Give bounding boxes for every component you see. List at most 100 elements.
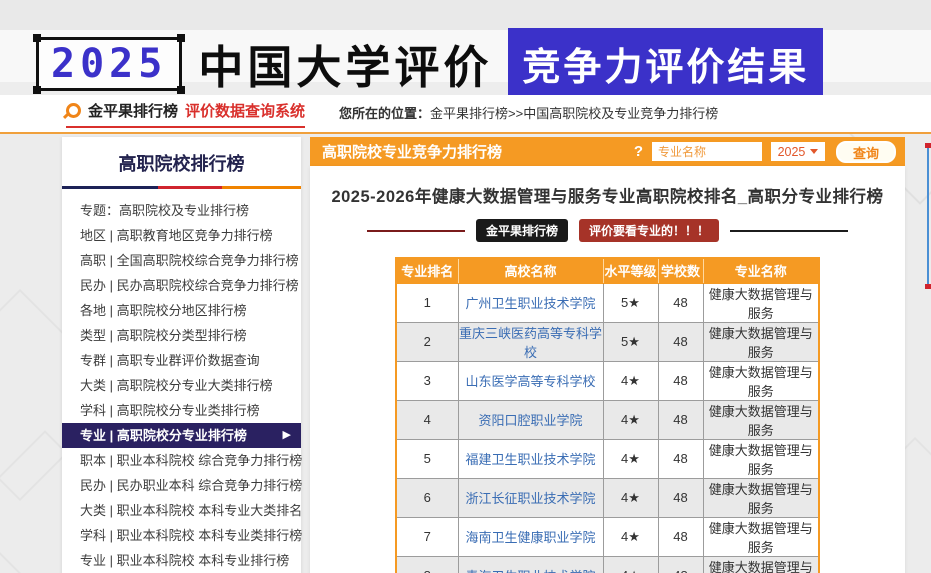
school-count-cell: 48: [657, 477, 704, 518]
sidebar-item[interactable]: 大类 | 职业本科院校 本科专业大类排名: [62, 498, 302, 523]
table-row: 7 海南卫生健康职业学院 4★ 48 健康大数据管理与服务: [395, 516, 820, 557]
college-link[interactable]: 山东医学高等专科学校: [465, 374, 595, 389]
year-select[interactable]: 2025: [770, 142, 825, 161]
rank-cell: 6: [395, 477, 459, 518]
major-name-cell: 健康大数据管理与服务: [702, 477, 820, 518]
school-count-cell: 48: [657, 555, 704, 573]
rank-cell: 2: [395, 321, 459, 362]
school-count-cell: 48: [657, 399, 704, 440]
table-row: 2 重庆三峡医药高等专科学校 5★ 48 健康大数据管理与服务: [395, 321, 820, 362]
sidebar-item[interactable]: 职本 | 职业本科院校 综合竞争力排行榜: [62, 448, 302, 473]
major-name-cell: 健康大数据管理与服务: [702, 360, 820, 401]
major-name-cell: 健康大数据管理与服务: [702, 399, 820, 440]
school-count-cell: 48: [657, 282, 704, 323]
table-row: 3 山东医学高等专科学校 4★ 48 健康大数据管理与服务: [395, 360, 820, 401]
slogan-badge: 评价要看专业的！！！: [579, 219, 720, 242]
nav-bar: 金平果排行榜 评价数据查询系统 您所在的位置：金平果排行榜>>中国高职院校及专业竞…: [0, 95, 931, 134]
breadcrumb-label: 您所在的位置：: [339, 106, 431, 121]
sidebar-item[interactable]: 专群 | 高职专业群评价数据查询: [62, 348, 301, 373]
table-header-cell: 水平等级: [602, 258, 658, 284]
sidebar-title-divider: [62, 186, 301, 189]
banner-subtitle: 竞争力评价结果: [508, 28, 824, 99]
sidebar-item-active[interactable]: 专业 | 高职院校分专业排行榜 ▶: [62, 423, 301, 448]
college-name-cell: 福建卫生职业技术学院: [457, 438, 604, 479]
school-count-cell: 48: [657, 438, 704, 479]
rank-cell: 7: [395, 516, 459, 557]
sidebar-item[interactable]: 学科 | 职业本科院校 本科专业类排行榜: [62, 523, 302, 548]
sidebar-item[interactable]: 大类 | 高职院校分专业大类排行榜: [62, 373, 301, 398]
college-link[interactable]: 青海卫生职业技术学院: [465, 569, 595, 573]
major-name-cell: 健康大数据管理与服务: [702, 555, 820, 573]
sidebar-item[interactable]: 学科 | 高职院校分专业类排行榜: [62, 398, 301, 423]
level-cell: 4★: [602, 516, 659, 557]
rank-cell: 5: [395, 438, 459, 479]
query-button[interactable]: 查询: [835, 140, 896, 163]
college-link[interactable]: 广州卫生职业技术学院: [465, 296, 595, 311]
content-header-bar: 高职院校专业竞争力排行榜 ? 2025 查询: [310, 137, 905, 166]
sidebar-item[interactable]: 专业 | 职业本科院校 本科专业排行榜: [62, 548, 301, 573]
college-name-cell: 山东医学高等专科学校: [457, 360, 604, 401]
breadcrumb[interactable]: 您所在的位置：金平果排行榜>>中国高职院校及专业竞争力排行榜: [339, 103, 718, 124]
sidebar-item[interactable]: 专题：高职院校及专业排行榜: [62, 198, 301, 223]
major-name-input[interactable]: [651, 142, 762, 161]
college-name-cell: 海南卫生健康职业学院: [457, 516, 604, 557]
sidebar-item[interactable]: 高职 | 全国高职院校综合竞争力排行榜: [62, 248, 301, 273]
table-row: 8 青海卫生职业技术学院 4★48健康大数据管理与服务: [395, 555, 820, 573]
year-badge: 2025: [33, 33, 186, 94]
breadcrumb-path[interactable]: 金平果排行榜>>中国高职院校及专业竞争力排行榜: [430, 106, 718, 121]
level-cell: 4★: [602, 477, 659, 518]
level-cell: 4★: [602, 360, 659, 401]
chevron-down-icon: [810, 149, 819, 154]
banner-title: 中国大学评价: [198, 42, 493, 93]
brand-suffix: 评价数据查询系统: [185, 102, 306, 120]
major-name-cell: 健康大数据管理与服务: [702, 438, 820, 479]
sidebar: 高职院校排行榜 专题：高职院校及专业排行榜 地区 | 高职教育地区竞争力排行榜 高职…: [62, 137, 302, 573]
college-name-cell: 重庆三峡医药高等专科学校: [457, 321, 604, 362]
sidebar-item[interactable]: 各地 | 高职院校分地区排行榜: [62, 298, 301, 323]
college-link[interactable]: 浙江长征职业技术学院: [465, 491, 595, 506]
level-cell: 4★: [602, 399, 659, 440]
rank-cell: 1: [395, 282, 459, 323]
brand-badge: 金平果排行榜: [475, 219, 568, 242]
table-header-cell: 专业名称: [702, 258, 819, 284]
level-cell: 4★: [602, 438, 659, 479]
sidebar-item[interactable]: 民办 | 民办职业本科 综合竞争力排行榜: [62, 473, 302, 498]
content-bar-title: 高职院校专业竞争力排行榜: [322, 144, 503, 161]
sidebar-item[interactable]: 民办 | 民办高职院校综合竞争力排行榜: [62, 273, 301, 298]
badge-row: 金平果排行榜 评价要看专业的！！！: [310, 219, 905, 242]
table-header-cell: 学校数: [657, 258, 703, 284]
active-item-arrow-icon: ▶: [282, 429, 291, 441]
right-divider-line: [730, 229, 849, 232]
school-count-cell: 48: [657, 360, 704, 401]
school-count-cell: 48: [657, 321, 704, 362]
sidebar-menu: 专题：高职院校及专业排行榜 地区 | 高职教育地区竞争力排行榜 高职 | 全国高职院…: [62, 189, 302, 573]
college-link[interactable]: 海南卫生健康职业学院: [465, 530, 595, 545]
table-row: 6 浙江长征职业技术学院 4★ 48 健康大数据管理与服务: [395, 477, 820, 518]
school-count-cell: 48: [657, 516, 704, 557]
left-divider-line: [366, 229, 465, 232]
search-icon: [66, 102, 81, 118]
college-name-cell: 青海卫生职业技术学院: [457, 555, 604, 573]
college-link[interactable]: 福建卫生职业技术学院: [465, 452, 595, 467]
table-row: 5 福建卫生职业技术学院 4★ 48 健康大数据管理与服务: [395, 438, 820, 479]
brand-name: 金平果排行榜: [88, 102, 179, 120]
major-name-cell: 健康大数据管理与服务: [702, 516, 820, 557]
table-row: 4 资阳口腔职业学院 4★ 48 健康大数据管理与服务: [395, 399, 820, 440]
content-panel: 2025-2026年健康大数据管理与服务专业高职院校排名_高职分专业排行榜 金平…: [310, 166, 905, 573]
college-name-cell: 浙江长征职业技术学院: [457, 477, 604, 518]
table-header-row: 专业排名 高校名称 水平等级 学校数 专业名称: [396, 258, 819, 284]
main-content: 高职院校专业竞争力排行榜 ? 2025 查询 2025-2026年健康大数据管理…: [310, 137, 905, 573]
level-cell: 4★: [602, 555, 659, 573]
college-name-cell: 资阳口腔职业学院: [457, 399, 604, 440]
college-name-cell: 广州卫生职业技术学院: [457, 282, 604, 323]
site-brand[interactable]: 金平果排行榜 评价数据查询系统: [66, 100, 306, 128]
rank-cell: 3: [395, 360, 459, 401]
year-badge-text: 2025: [51, 40, 168, 87]
sidebar-item[interactable]: 类型 | 高职院校分类型排行榜: [62, 323, 301, 348]
table-header-cell: 高校名称: [457, 258, 603, 284]
table-header-cell: 专业排名: [396, 258, 458, 284]
sidebar-item[interactable]: 地区 | 高职教育地区竞争力排行榜: [62, 223, 301, 248]
help-icon[interactable]: ?: [634, 143, 643, 160]
college-link[interactable]: 资阳口腔职业学院: [478, 413, 582, 428]
college-link[interactable]: 重庆三峡医药高等专科学校: [459, 326, 602, 360]
